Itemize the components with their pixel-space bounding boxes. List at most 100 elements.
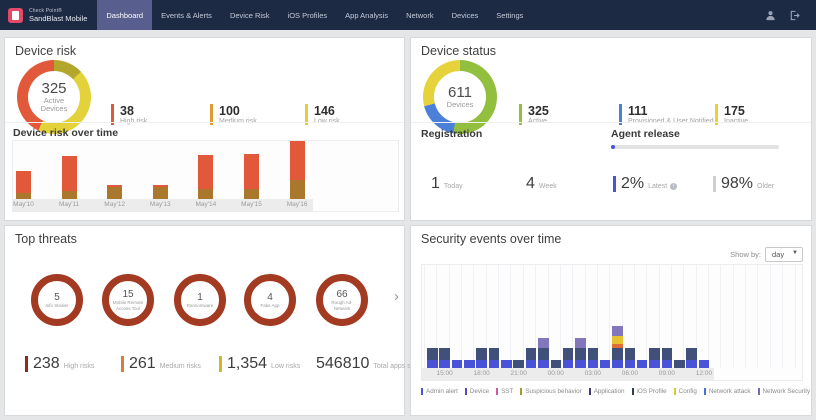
checkpoint-logo-icon: [8, 8, 23, 23]
x-tick: May'12: [104, 201, 125, 208]
threat-ring-ransomware[interactable]: 1Ransomware: [174, 274, 226, 326]
show-by-label: Show by:: [730, 250, 761, 259]
threat-ring-fake-app[interactable]: 4Fake App: [244, 274, 296, 326]
device-risk-panel: Device risk 325 Active Devices 38High ri…: [4, 37, 405, 221]
nav-item-devices[interactable]: Devices: [443, 0, 488, 30]
x-tick: 09:00: [659, 370, 675, 377]
risk-bar-may-15: [244, 154, 259, 199]
stat-medium-risks: 261Medium risks: [121, 356, 201, 372]
stat-label: Week: [539, 183, 557, 190]
threat-ring-rough-ad-network[interactable]: 66Rough Ad-Network: [316, 274, 368, 326]
x-tick: 21:00: [511, 370, 527, 377]
legend-item-network-security[interactable]: Network Security: [758, 388, 811, 395]
event-bar-01-00: [563, 348, 574, 368]
stat-low-risks: 1,354 Low risks: [219, 356, 300, 372]
segment-events-blue: [452, 360, 463, 368]
stat-week: 4Week: [521, 176, 557, 192]
segment-events-blue: [476, 360, 487, 368]
stat-value: 38: [120, 104, 147, 118]
device-risk-donut-value: 325: [41, 81, 66, 97]
event-bar-21-00: [513, 360, 524, 368]
segment-events-blue: [538, 360, 549, 368]
segment-events-blue: [686, 360, 697, 368]
nav-item-network[interactable]: Network: [397, 0, 443, 30]
legend-item-admin-alert[interactable]: Admin alert: [421, 388, 458, 395]
segment-events-purple: [612, 326, 623, 336]
nav-item-app-analysis[interactable]: App Analysis: [336, 0, 397, 30]
more-threats-arrow[interactable]: ›: [394, 288, 399, 305]
stat-value: 111: [628, 104, 714, 118]
legend-label: Application: [594, 388, 625, 395]
segment-high-risk: [290, 141, 305, 180]
security-events-legend: Admin alert Device SST Suspicious behavior A…: [421, 388, 807, 395]
event-bar-22-00: [526, 348, 537, 368]
stat-value: 238: [33, 356, 60, 372]
risk-bar-may-12: [107, 185, 122, 199]
event-bar-19-00: [489, 348, 500, 368]
event-bar-23-00: [538, 338, 549, 368]
threat-label: Ransomware: [183, 303, 217, 308]
security-events-title: Security events over time: [421, 232, 561, 246]
event-bar-07-00: [637, 360, 648, 368]
legend-item-device[interactable]: Device: [465, 388, 489, 395]
threat-ring-info-stealer[interactable]: 5Info Stealer: [31, 274, 83, 326]
legend-item-network-attack[interactable]: Network attack: [704, 388, 751, 395]
segment-events-navy: [551, 360, 562, 368]
legend-marker: [674, 388, 676, 395]
legend-label: Device: [470, 388, 489, 395]
legend-label: iOS Profile: [637, 388, 667, 395]
segment-medium-risk: [198, 189, 213, 199]
event-bar-12-00: [699, 360, 710, 368]
stat-value: 1: [431, 176, 440, 192]
legend-item-config[interactable]: Config: [674, 388, 697, 395]
nav-item-events-alerts[interactable]: Events & Alerts: [152, 0, 221, 30]
segment-events-navy: [649, 348, 660, 360]
segment-events-navy: [439, 348, 450, 360]
legend-item-ios-profile[interactable]: iOS Profile: [632, 388, 667, 395]
brand-bottom: SandBlast Mobile: [29, 14, 87, 23]
device-status-donut-value: 611: [448, 85, 472, 101]
legend-item-sst[interactable]: SST: [496, 388, 513, 395]
segment-events-navy: [476, 348, 487, 360]
nav-item-ios-profiles[interactable]: iOS Profiles: [279, 0, 337, 30]
segment-events-blue: [649, 360, 660, 368]
segment-events-navy: [513, 360, 524, 368]
agent-release-title: Agent release: [611, 128, 680, 140]
legend-item-application[interactable]: Application: [589, 388, 625, 395]
stat-value: 1,354: [227, 356, 267, 372]
logout-icon[interactable]: [789, 10, 800, 21]
segment-events-navy: [538, 348, 549, 360]
segment-medium-risk: [62, 191, 77, 199]
threat-ring-mobile-remote-access-tool[interactable]: 15Mobile Remote Access Tool: [102, 274, 154, 326]
segment-events-blue: [612, 360, 623, 368]
risk-bar-may-14: [198, 155, 213, 199]
threat-label: Rough Ad-Network: [325, 300, 359, 311]
show-by-select[interactable]: day ▼: [765, 247, 803, 262]
stat-older: 98%Older: [713, 176, 774, 192]
divider: [411, 122, 811, 123]
nav-item-dashboard[interactable]: Dashboard: [97, 0, 152, 30]
device-risk-over-time-title: Device risk over time: [13, 127, 118, 139]
user-icon[interactable]: [765, 10, 776, 21]
event-bar-11-00: [686, 348, 697, 368]
legend-item-suspicious-behavior[interactable]: Suspicious behavior: [520, 388, 581, 395]
x-tick: 00:00: [548, 370, 564, 377]
segment-events-blue: [439, 360, 450, 368]
nav-item-settings[interactable]: Settings: [487, 0, 532, 30]
device-risk-donut-label: Active Devices: [34, 97, 74, 114]
stat-latest: 2%Latesti: [613, 176, 677, 192]
segment-medium-risk: [153, 187, 168, 199]
x-tick: May'16: [287, 201, 308, 208]
segment-events-blue: [699, 360, 710, 368]
segment-events-purple: [575, 338, 586, 348]
nav-item-device-risk[interactable]: Device Risk: [221, 0, 279, 30]
risk-bar-may-11: [62, 156, 77, 199]
info-icon[interactable]: i: [670, 183, 677, 190]
x-tick: 03:00: [585, 370, 601, 377]
device-status-donut-label: Devices: [440, 101, 480, 109]
segment-events-navy: [588, 348, 599, 360]
stat-high-risks: 238High risks: [25, 356, 94, 372]
agent-release-progress-fill: [611, 145, 615, 149]
event-bar-14-00: [427, 348, 438, 368]
stat-label: Low risks: [271, 363, 300, 370]
